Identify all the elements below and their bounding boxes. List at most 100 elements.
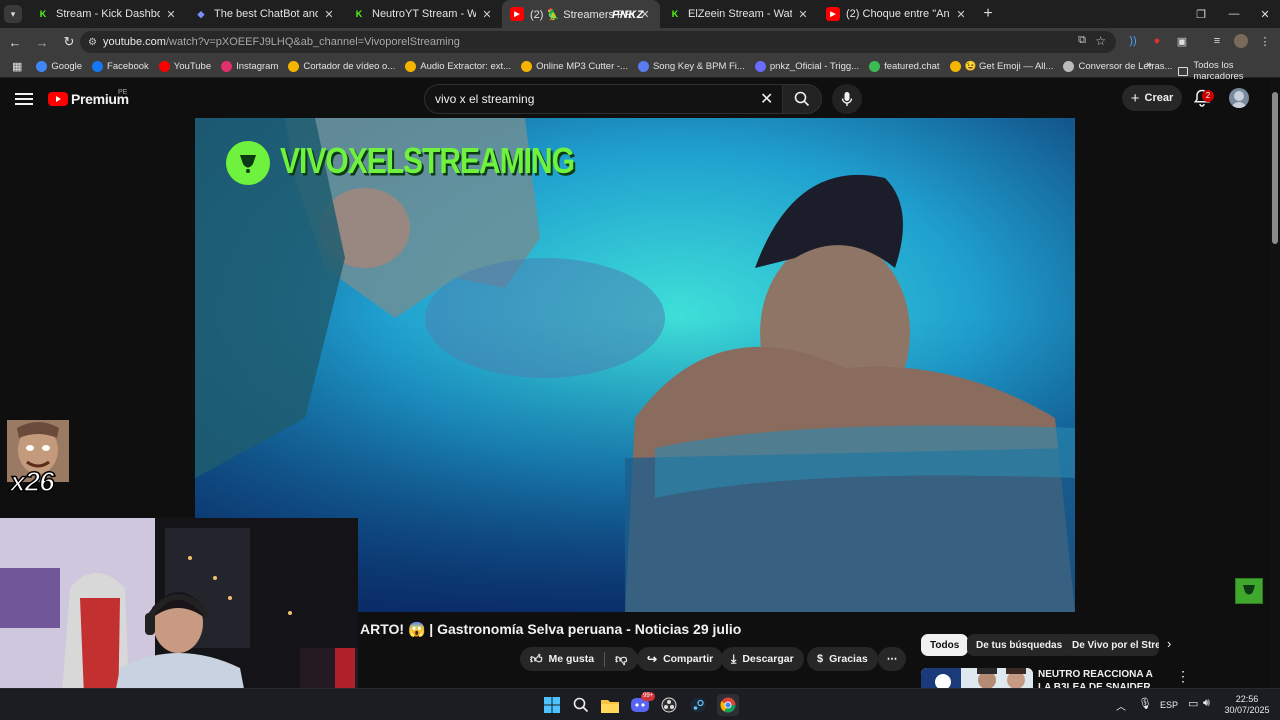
extension-red-icon[interactable]: ● (1148, 32, 1166, 50)
new-tab-button[interactable]: + (976, 5, 1000, 23)
folder-icon (1178, 66, 1189, 76)
file-explorer-icon[interactable] (599, 694, 621, 716)
bookmark-favicon-icon (405, 61, 417, 72)
scrollbar-thumb[interactable] (1272, 92, 1278, 244)
browser-tab[interactable]: K ElZeein Stream - Watch Live on ✕ (660, 0, 818, 28)
chip-from-channel[interactable]: De Vivo por el Strea (1063, 634, 1159, 656)
url-host: youtube.com (102, 36, 166, 48)
youtube-icon: ▶ (510, 7, 524, 21)
steam-icon[interactable] (687, 694, 709, 716)
search-input[interactable]: vivo x el streaming (424, 84, 786, 114)
browser-tab[interactable]: K NeutroYT Stream - Watch Live ✕ (344, 0, 502, 28)
bookmark-item[interactable]: Conversor de Letras... (1063, 61, 1172, 72)
microphone-icon (841, 92, 853, 106)
voice-search-button[interactable] (832, 84, 862, 114)
bookmark-favicon-icon (521, 61, 533, 72)
chip-all[interactable]: Todos (921, 634, 969, 656)
search-button[interactable] (782, 84, 822, 114)
system-clock[interactable]: 22:56 30/07/2025 (1222, 694, 1272, 716)
like-button[interactable]: 👍︎ Me gusta (530, 651, 606, 667)
start-icon[interactable] (541, 694, 563, 716)
restore-icon[interactable]: ❐ (1186, 0, 1216, 28)
bookmark-item[interactable]: pnkz_Oficial - Trigg... (754, 61, 859, 72)
bookmark-favicon-icon (36, 61, 48, 72)
close-tab-icon[interactable]: ✕ (480, 8, 494, 21)
bookmark-item[interactable]: YouTube (158, 61, 211, 72)
create-button[interactable]: + Crear (1122, 85, 1182, 111)
bookmark-item[interactable]: 😉 Get Emoji — All... (949, 61, 1053, 72)
apps-icon[interactable]: ▦ (12, 60, 22, 73)
address-bar[interactable]: ⚙ youtube.com/watch?v=pXOEEFJ9LHQ&ab_cha… (80, 31, 1116, 53)
reading-list-icon[interactable]: ≡ (1208, 32, 1226, 50)
clock-time: 22:56 (1235, 694, 1259, 704)
bookmark-item[interactable]: Instagram (221, 61, 278, 72)
browser-tab[interactable]: ▶ (2) Choque entre "Anconero" y ✕ (818, 0, 976, 28)
thanks-button[interactable]: $ Gracias (807, 647, 878, 671)
share-icon: ↪ (647, 652, 658, 666)
clear-search-icon[interactable]: ✕ (760, 89, 773, 109)
close-tab-icon[interactable]: ✕ (322, 8, 336, 21)
tray-overflow-icon[interactable]: ︿ (1116, 698, 1126, 713)
tab-title: The best ChatBot and Widgets (214, 8, 318, 20)
bookmark-item[interactable]: Cortador de vídeo o... (288, 61, 395, 72)
tab-title: Stream - Kick Dashboard (56, 8, 160, 20)
share-button[interactable]: ↪ Compartir (637, 647, 724, 671)
dislike-button[interactable]: 👎︎ (605, 652, 627, 667)
forward-icon[interactable]: → (30, 30, 54, 54)
youtube-premium-logo[interactable]: Premium PE (48, 89, 129, 107)
channel-logo-icon (226, 141, 270, 185)
bookmark-item[interactable]: Online MP3 Cutter -... (521, 61, 628, 72)
bookmark-item[interactable]: Facebook (92, 61, 149, 72)
account-avatar[interactable] (1229, 88, 1249, 108)
volume-icon[interactable]: 🔊︎ (1203, 697, 1210, 710)
chip-from-searches[interactable]: De tus búsquedas (967, 634, 1072, 656)
bookmark-favicon-icon (92, 61, 104, 72)
branding-watermark-icon[interactable] (1235, 578, 1263, 604)
recommendation-title[interactable]: NEUTRO REACCIONA A LA B3LEA DE SNAIDER E… (1038, 668, 1166, 688)
guide-menu-icon[interactable] (14, 89, 34, 109)
close-tab-icon[interactable]: ✕ (796, 8, 810, 21)
cast-icon[interactable]: ⧉ (1078, 34, 1086, 47)
close-tab-icon[interactable]: ✕ (164, 8, 178, 21)
bookmark-label: Song Key & BPM Fi... (652, 61, 745, 72)
back-icon[interactable]: ← (3, 30, 27, 54)
network-icon[interactable]: ▭ (1188, 697, 1198, 710)
site-info-icon[interactable]: ⚙ (88, 37, 97, 48)
browser-tab[interactable]: K Stream - Kick Dashboard ✕ (28, 0, 186, 28)
bookmark-item[interactable]: Song Key & BPM Fi... (637, 61, 745, 72)
bookmark-label: Cortador de vídeo o... (303, 61, 396, 72)
emote-counter: x26 (9, 465, 55, 498)
chrome-icon[interactable] (717, 694, 739, 716)
language-indicator[interactable]: ESP (1160, 700, 1178, 710)
bookmark-item[interactable]: featured.chat (869, 61, 940, 72)
obs-icon[interactable] (658, 694, 680, 716)
profile-icon[interactable] (1232, 32, 1250, 50)
reload-icon[interactable]: ↻ (57, 30, 81, 54)
bookmark-favicon-icon (869, 61, 881, 72)
kick-icon: K (355, 9, 363, 19)
bookmark-item[interactable]: Google (36, 61, 82, 72)
close-tab-icon[interactable]: ✕ (954, 8, 968, 21)
microphone-tray-icon[interactable]: 🎙︎ (1138, 697, 1152, 710)
close-window-icon[interactable]: ✕ (1250, 0, 1280, 28)
minimize-icon[interactable]: — (1218, 0, 1250, 28)
create-label: Crear (1144, 92, 1174, 104)
url-path: /watch?v=pXOEEFJ9LHQ&ab_channel=Vivopore… (165, 36, 460, 48)
tab-search-icon[interactable]: ▾ (4, 5, 22, 23)
bookmarks-overflow-icon[interactable]: » (1146, 59, 1152, 71)
chips-next-icon[interactable]: › (1167, 636, 1171, 651)
recommendation-thumbnail[interactable] (921, 668, 1033, 688)
extensions-puzzle-icon[interactable]: ▣ (1173, 32, 1191, 50)
more-actions-icon[interactable]: ⋯ (878, 647, 906, 671)
tab-title: (2) Choque entre "Anconero" y (846, 8, 950, 20)
bookmark-star-icon[interactable]: ☆ (1095, 34, 1106, 48)
recommendation-menu-icon[interactable]: ⋮ (1176, 668, 1190, 685)
extension-wave-icon[interactable]: )) (1124, 32, 1142, 50)
browser-tab[interactable]: ◆ The best ChatBot and Widgets ✕ (186, 0, 344, 28)
bookmark-item[interactable]: Audio Extractor: ext... (405, 61, 511, 72)
bookmark-favicon-icon (1063, 61, 1075, 72)
search-taskbar-icon[interactable] (570, 694, 592, 716)
bookmark-label: Conversor de Letras... (1078, 61, 1173, 72)
download-button[interactable]: ⤓ Descargar (721, 647, 804, 671)
browser-menu-icon[interactable]: ⋮ (1256, 32, 1274, 50)
